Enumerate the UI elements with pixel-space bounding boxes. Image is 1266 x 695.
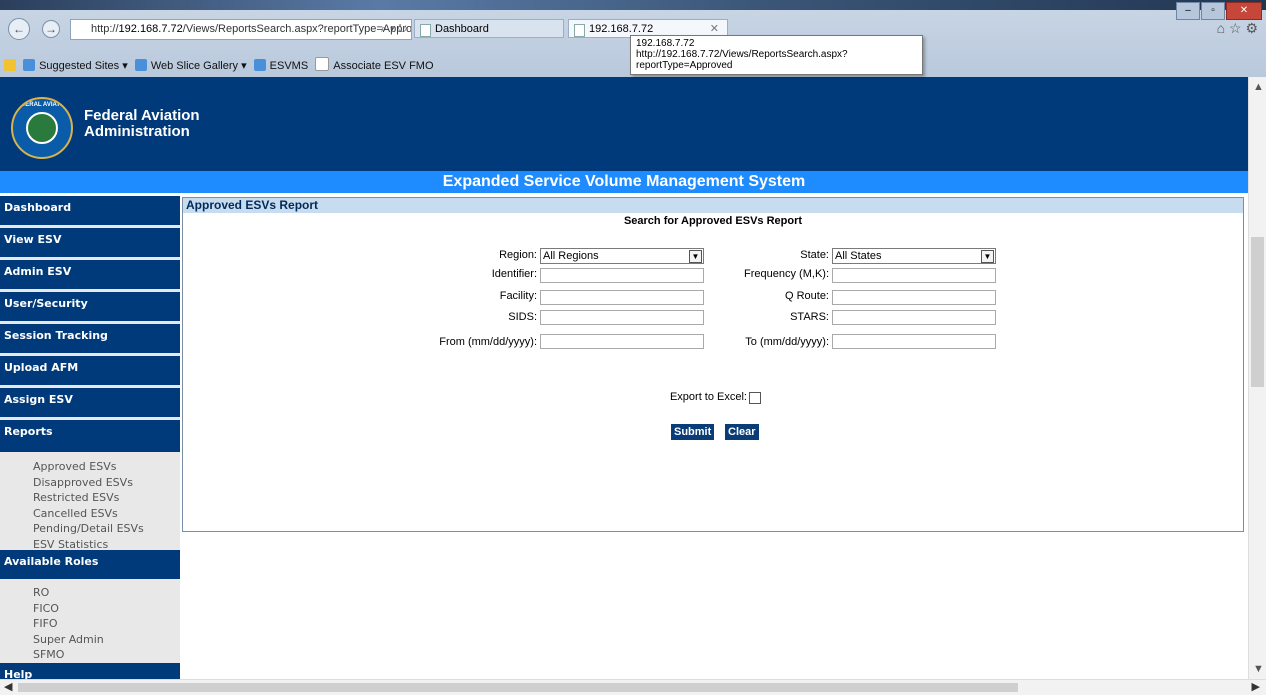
report-panel: Approved ESVs Report Search for Approved…	[182, 197, 1244, 532]
region-label: Region:	[499, 249, 537, 261]
submit-button[interactable]: Submit	[671, 424, 715, 440]
facility-input[interactable]	[540, 290, 704, 305]
sidebar-item-user-security[interactable]: User/Security	[0, 292, 180, 324]
sidebar: Dashboard View ESV Admin ESV User/Securi…	[0, 196, 180, 679]
stars-input[interactable]	[832, 310, 996, 325]
scroll-thumb[interactable]	[1251, 237, 1264, 387]
favorite-associate-esv-fmo[interactable]: Associate ESV FMO	[333, 60, 433, 72]
scroll-up-icon[interactable]: ▲	[1253, 81, 1264, 93]
identifier-label: Identifier:	[491, 268, 537, 280]
faa-logo: FEDERAL AVIATION	[11, 97, 73, 159]
forward-icon[interactable]: →	[42, 20, 60, 38]
page-title: Approved ESVs Report	[183, 198, 1243, 213]
to-date-label: To (mm/dd/yyyy):	[745, 336, 829, 348]
sidebar-item-available-roles[interactable]: Available Roles	[0, 550, 180, 582]
favorites-star-icon[interactable]	[4, 59, 16, 71]
stars-label: STARS:	[790, 311, 829, 323]
close-window-button[interactable]: ✕	[1226, 2, 1262, 20]
report-link-disapproved[interactable]: Disapproved ESVs	[33, 475, 180, 491]
scroll-left-icon[interactable]: ◀	[4, 680, 12, 693]
sidebar-item-assign-esv[interactable]: Assign ESV	[0, 388, 180, 420]
ie-icon	[23, 59, 36, 71]
from-date-label: From (mm/dd/yyyy):	[439, 336, 537, 348]
favorite-suggested-sites[interactable]: Suggested Sites ▾	[39, 60, 128, 72]
scroll-thumb[interactable]	[18, 683, 1018, 692]
page-icon	[315, 57, 330, 71]
search-heading: Search for Approved ESVs Report	[623, 215, 803, 227]
sidebar-item-upload-afm[interactable]: Upload AFM	[0, 356, 180, 388]
state-select[interactable]: All States ▼	[832, 248, 996, 264]
to-date-input[interactable]	[832, 334, 996, 349]
from-date-input[interactable]	[540, 334, 704, 349]
scroll-right-icon[interactable]: ▶	[1252, 680, 1260, 693]
export-checkbox[interactable]	[749, 392, 761, 404]
window-controls: – ▫ ✕	[1175, 2, 1262, 20]
clear-button[interactable]: Clear	[725, 424, 759, 440]
report-link-pending-detail[interactable]: Pending/Detail ESVs	[33, 521, 180, 537]
system-banner: Expanded Service Volume Management Syste…	[0, 171, 1248, 193]
facility-label: Facility:	[499, 290, 537, 302]
roles-list: RO FICO FIFO Super Admin SFMO	[0, 582, 180, 663]
role-ro[interactable]: RO	[33, 585, 180, 601]
ie-icon	[134, 59, 147, 71]
region-select[interactable]: All Regions ▼	[540, 248, 704, 264]
report-link-approved[interactable]: Approved ESVs	[33, 459, 180, 475]
sidebar-item-admin-esv[interactable]: Admin ESV	[0, 260, 180, 292]
browser-chrome: – ▫ ✕ ← → http://192.168.7.72/Views/Report…	[0, 0, 1266, 77]
sidebar-item-reports[interactable]: Reports	[0, 420, 180, 455]
tab-tooltip: 192.168.7.72 http://192.168.7.72/Views/R…	[630, 35, 923, 75]
sidebar-item-session-tracking[interactable]: Session Tracking	[0, 324, 180, 356]
sidebar-item-view-esv[interactable]: View ESV	[0, 228, 180, 260]
chevron-down-icon: ▼	[689, 250, 702, 263]
chevron-down-icon: ▼	[981, 250, 994, 263]
q-route-input[interactable]	[832, 290, 996, 305]
back-icon[interactable]: ←	[8, 18, 30, 40]
favorite-esvms[interactable]: ESVMS	[270, 60, 309, 72]
title-bar	[0, 0, 1266, 10]
address-bar[interactable]: http://192.168.7.72/Views/ReportsSearch.…	[70, 19, 412, 40]
ie-icon	[253, 59, 266, 71]
reports-submenu: Approved ESVs Disapproved ESVs Restricte…	[0, 455, 180, 552]
export-label: Export to Excel:	[669, 391, 747, 403]
role-fico[interactable]: FICO	[33, 601, 180, 617]
frequency-input[interactable]	[832, 268, 996, 283]
report-link-restricted[interactable]: Restricted ESVs	[33, 490, 180, 506]
horizontal-scrollbar[interactable]: ◀ ▶	[0, 679, 1266, 695]
identifier-input[interactable]	[540, 268, 704, 283]
favorite-web-slice-gallery[interactable]: Web Slice Gallery ▾	[151, 60, 247, 72]
vertical-scrollbar[interactable]: ▲ ▼	[1248, 77, 1266, 679]
report-link-cancelled[interactable]: Cancelled ESVs	[33, 506, 180, 522]
minimize-button[interactable]: –	[1176, 2, 1200, 20]
scroll-down-icon[interactable]: ▼	[1253, 663, 1264, 675]
role-sfmo[interactable]: SFMO	[33, 647, 180, 663]
org-name: Federal Aviation Administration	[84, 107, 200, 140]
search-refresh-icon[interactable]: ⌕ ▾ ↻	[381, 20, 407, 39]
favorites-bar: Suggested Sites ▾ Web Slice Gallery ▾ ES…	[0, 56, 630, 76]
restore-button[interactable]: ▫	[1201, 2, 1225, 20]
home-star-gear-icons[interactable]: ⌂ ☆ ⚙	[1217, 20, 1258, 37]
page-icon	[574, 24, 585, 37]
page-icon	[420, 24, 431, 37]
role-fifo[interactable]: FIFO	[33, 616, 180, 632]
tab-dashboard[interactable]: Dashboard	[414, 19, 564, 38]
q-route-label: Q Route:	[784, 290, 829, 302]
sids-input[interactable]	[540, 310, 704, 325]
sidebar-item-help[interactable]: Help	[0, 662, 180, 679]
sidebar-item-dashboard[interactable]: Dashboard	[0, 196, 180, 228]
page: FEDERAL AVIATION Federal Aviation Admini…	[0, 77, 1248, 679]
role-super-admin[interactable]: Super Admin	[33, 632, 180, 648]
sids-label: SIDS:	[508, 311, 537, 323]
frequency-label: Frequency (M,K):	[744, 268, 829, 280]
site-header: FEDERAL AVIATION Federal Aviation Admini…	[0, 77, 1248, 171]
state-label: State:	[800, 249, 829, 261]
